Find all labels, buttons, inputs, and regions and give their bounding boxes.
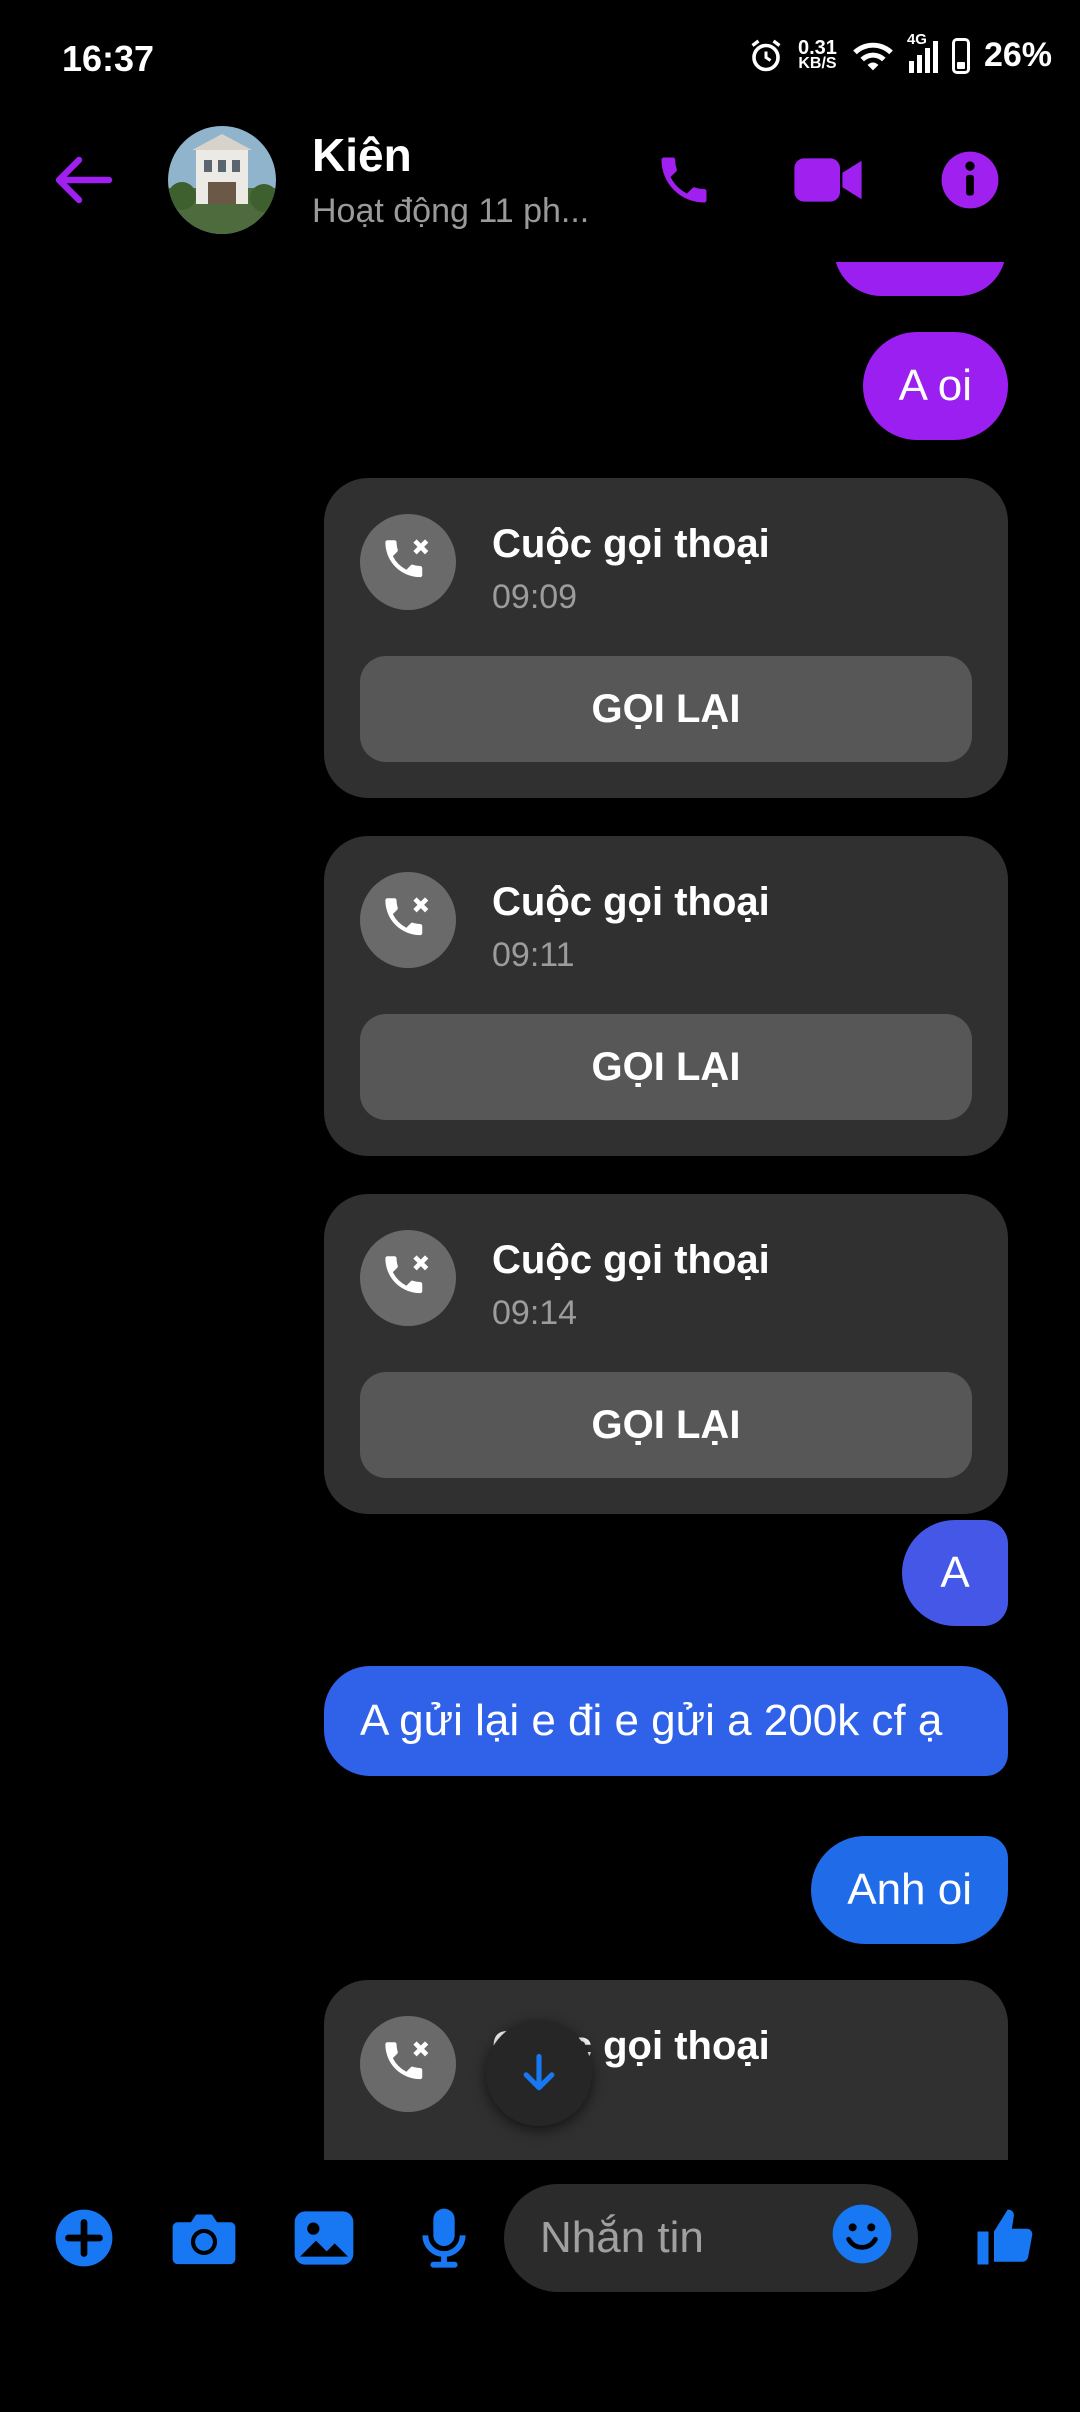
thumbs-up-icon [977, 2209, 1033, 2265]
missed-call-icon [360, 1230, 456, 1326]
call-back-button[interactable]: GỌI LẠI [360, 1372, 972, 1478]
chat-header [0, 120, 1080, 260]
message-text: A [940, 1548, 970, 1597]
missed-call-card: Cuộc gọi thoại 09:09 GỌI LẠI [324, 478, 1008, 798]
avatar-image [168, 126, 276, 234]
gallery-button[interactable] [282, 2196, 366, 2280]
call-time: 09:11 [492, 936, 575, 974]
voice-message-button[interactable] [402, 2196, 486, 2280]
info-button[interactable] [930, 140, 1010, 220]
call-title: Cuộc gọi thoại [492, 522, 770, 566]
message-bubble[interactable]: A gửi lại e đi e gửi a 200k cf ạ [324, 1666, 1008, 1776]
voice-call-button[interactable] [644, 140, 724, 220]
camera-button[interactable] [162, 2196, 246, 2280]
contact-name[interactable]: Kiên [312, 128, 412, 182]
call-time: 09:14 [492, 1294, 578, 1332]
network-speed: 0.31 KB/S [798, 36, 837, 72]
video-call-button[interactable] [788, 140, 868, 220]
call-title: Cuộc gọi thoại [492, 1238, 770, 1282]
message-bubble[interactable]: Anh oi [811, 1836, 1008, 1944]
call-title: Cuộc gọi thoại [492, 880, 770, 924]
missed-call-icon [360, 872, 456, 968]
call-back-button[interactable]: GỌI LẠI [360, 1014, 972, 1120]
battery-percent: 26% [983, 36, 1052, 74]
phone-icon [661, 157, 707, 203]
emoji-button[interactable] [830, 2202, 902, 2274]
emoji-icon [832, 2204, 892, 2264]
missed-call-card: Cuộc gọi thoại [324, 1980, 1008, 2160]
call-back-button[interactable]: GỌI LẠI [360, 656, 972, 762]
status-time: 16:37 [62, 38, 155, 79]
battery-icon [951, 37, 970, 74]
video-camera-icon [794, 158, 862, 202]
missed-call-card: Cuộc gọi thoại 09:11 GỌI LẠI [324, 836, 1008, 1156]
plus-icon [55, 2209, 113, 2267]
message-list[interactable]: A oi Cuộc gọi thoại 09:09 GỌI LẠI Cuộc g… [0, 262, 1080, 2160]
message-bubble[interactable]: A [902, 1520, 1008, 1626]
gallery-icon [294, 2211, 354, 2265]
scroll-down-arrow-icon [523, 2053, 555, 2091]
contact-activity-status: Hoạt động 11 ph... [312, 192, 590, 230]
call-time: 09:09 [492, 578, 578, 616]
message-bubble[interactable]: A oi [862, 332, 1008, 440]
back-arrow-icon [55, 156, 113, 204]
message-input-placeholder: Nhắn tin [540, 2213, 704, 2262]
missed-call-icon [360, 2016, 456, 2112]
cell-signal-icon: 4G [907, 31, 938, 73]
info-icon [941, 151, 999, 209]
missed-call-card: Cuộc gọi thoại 09:14 GỌI LẠI [324, 1194, 1008, 1514]
alarm-icon [751, 39, 781, 71]
scroll-to-bottom-button[interactable] [486, 2020, 592, 2126]
like-button[interactable] [960, 2192, 1050, 2282]
missed-call-icon [360, 514, 456, 610]
wifi-icon [853, 42, 893, 70]
status-icons: 0.31 KB/S 4G 26% [748, 31, 1052, 75]
more-actions-button[interactable] [42, 2196, 126, 2280]
message-text: A gửi lại e đi e gửi a 200k cf ạ [360, 1696, 943, 1745]
message-text: A oi [898, 361, 972, 410]
camera-icon [172, 2214, 236, 2265]
message-text: Anh oi [847, 1865, 972, 1914]
back-button[interactable] [48, 140, 118, 220]
message-bubble-partial[interactable] [834, 262, 1006, 296]
microphone-icon [422, 2208, 466, 2268]
avatar[interactable] [168, 126, 276, 234]
